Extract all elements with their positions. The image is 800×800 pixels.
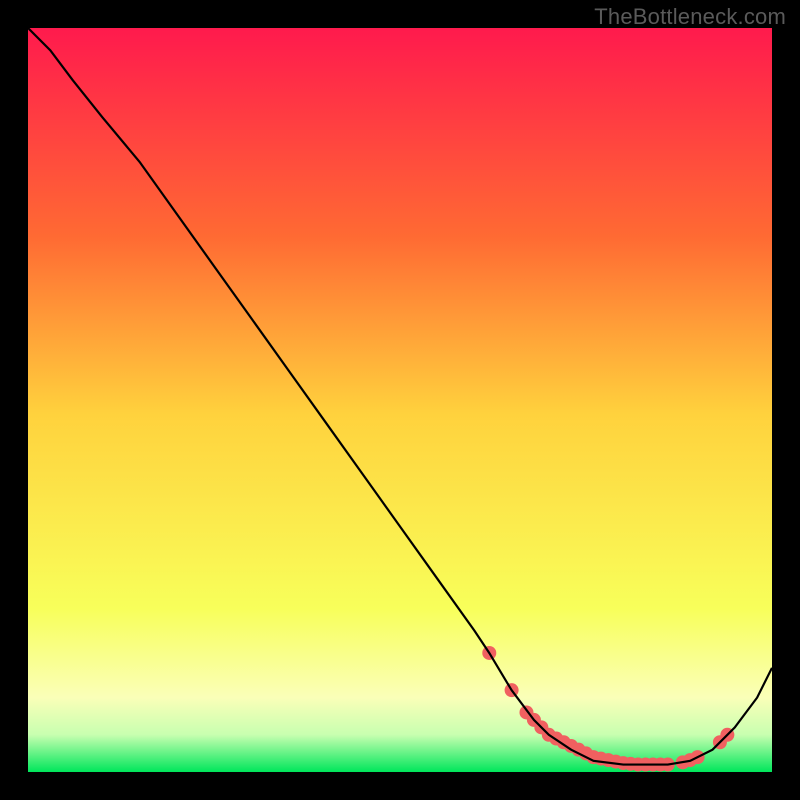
plot-area: [28, 28, 772, 772]
chart-frame: TheBottleneck.com: [0, 0, 800, 800]
chart-svg: [28, 28, 772, 772]
watermark-text: TheBottleneck.com: [594, 4, 786, 30]
gradient-background: [28, 28, 772, 772]
